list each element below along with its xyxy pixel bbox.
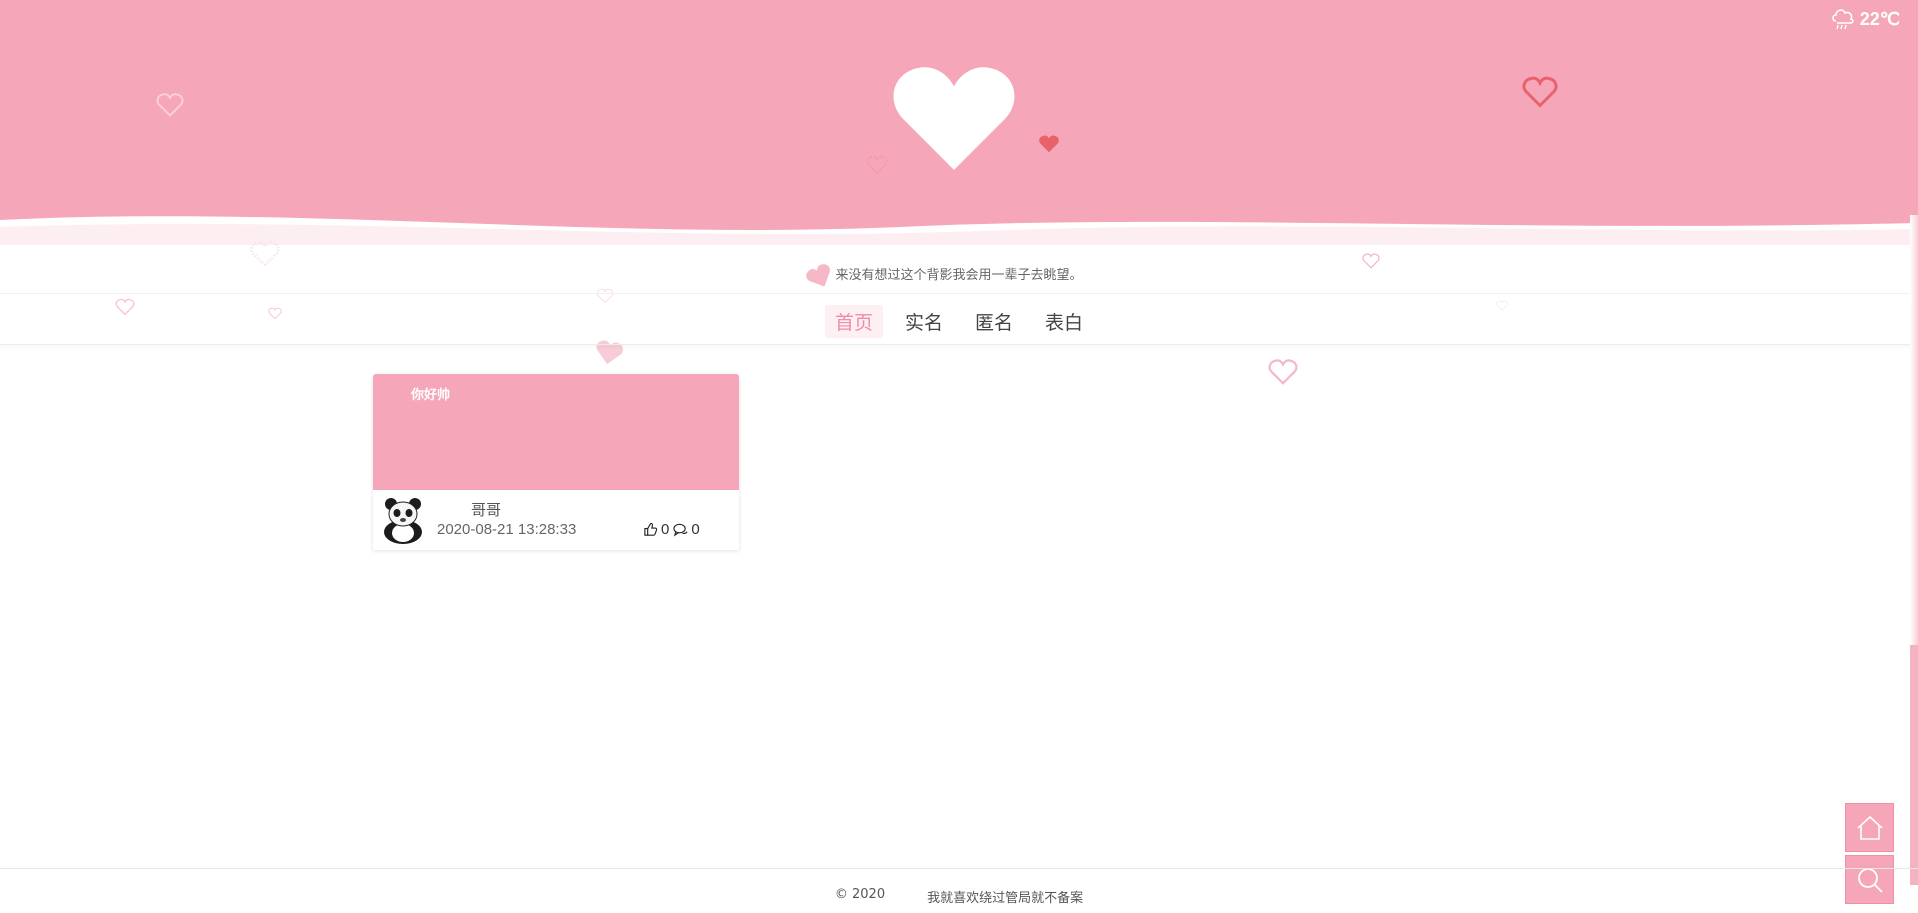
post-date: 2020-08-21 13:28:33 [437, 521, 577, 538]
home-button[interactable] [1845, 803, 1894, 852]
nav-item-home[interactable]: 首页 [824, 304, 883, 338]
site-tagline: 来没有想过这个背影我会用一辈子去眺望。 [835, 268, 1083, 283]
panda-avatar[interactable] [380, 496, 426, 544]
comment-icon [673, 523, 688, 537]
home-icon [1856, 815, 1883, 840]
decorative-heart-icon [1522, 76, 1558, 108]
weather-temperature: 22℃ [1859, 8, 1900, 29]
scroll-indicator-thumb[interactable] [1910, 645, 1918, 885]
decorative-heart-icon [1690, 85, 1708, 101]
decorative-heart-icon [1039, 135, 1059, 153]
thumbs-up-icon [644, 522, 658, 536]
comment-button[interactable]: 0 [673, 521, 700, 538]
post-meta: 哥哥 2020-08-21 13:28:33 0 0 [373, 490, 739, 550]
site-footer: © 2020 我就喜欢绕过管局就不备案 [0, 887, 1918, 906]
footer-divider [0, 868, 1918, 869]
post-card[interactable]: 你好帅 哥哥 2020-08-21 13:28:33 0 0 [373, 374, 739, 550]
post-title[interactable]: 你好帅 [411, 384, 450, 403]
footer-copyright: © 2020 [834, 887, 886, 902]
nav-item-anonymous[interactable]: 匿名 [965, 305, 1023, 338]
heart-icon[interactable] [893, 66, 1015, 172]
comment-count: 0 [691, 521, 700, 538]
post-author[interactable]: 哥哥 [471, 499, 501, 520]
decorative-heart-icon [1268, 359, 1298, 385]
post-stats: 0 0 [643, 521, 700, 538]
scroll-indicator [1910, 215, 1918, 885]
decorative-heart-icon [866, 155, 888, 175]
rain-cloud-icon [1831, 9, 1854, 30]
decorative-heart-icon [156, 93, 184, 117]
nav-item-real-name[interactable]: 实名 [895, 305, 953, 338]
weather-widget: 22℃ [1830, 6, 1900, 32]
nav-item-confession[interactable]: 表白 [1035, 305, 1093, 338]
like-button[interactable]: 0 [643, 521, 669, 538]
like-count: 0 [661, 521, 670, 538]
wave-divider [0, 216, 1918, 245]
footer-note: 我就喜欢绕过管局就不备案 [927, 891, 1084, 906]
page: 22℃ 来没有想过这个背影我会用一辈子去眺望。 首页 实名 匿名 表白 你好帅 … [0, 0, 1918, 913]
divider [0, 293, 1918, 294]
main-nav: 首页 实名 匿名 表白 [0, 298, 1918, 345]
post-cover[interactable]: 你好帅 [373, 374, 739, 490]
